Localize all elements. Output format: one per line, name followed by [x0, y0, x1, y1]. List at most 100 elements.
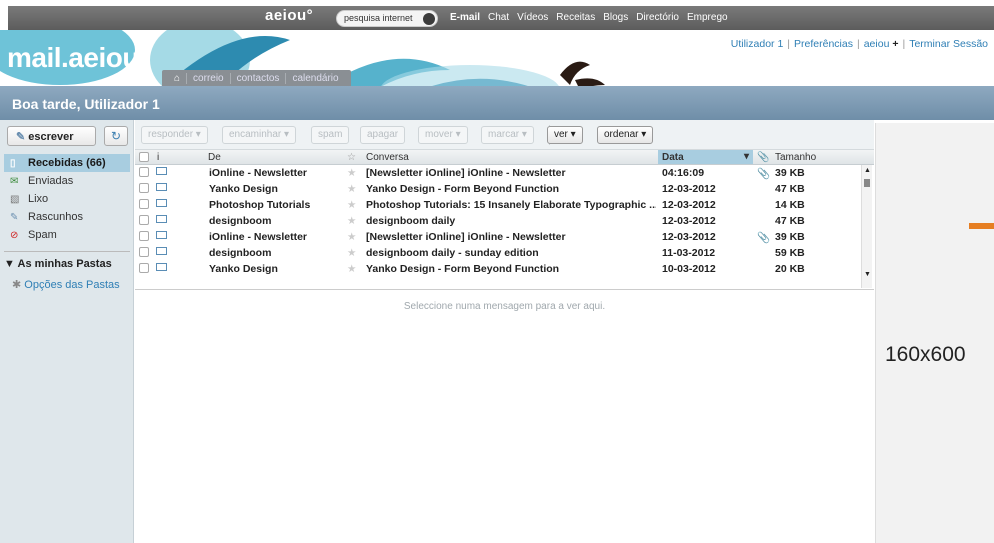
reply-button[interactable]: responder ▾ — [141, 126, 208, 144]
row-checkbox[interactable] — [139, 263, 149, 273]
star-icon[interactable]: ★ — [347, 167, 356, 179]
row-checkbox[interactable] — [139, 167, 149, 177]
portal-link-chat[interactable]: Chat — [488, 12, 509, 23]
sidebar: ✎ escrever ↻ ▯ Recebidas (66) ✉ Enviadas ▧ L… — [0, 120, 134, 543]
column-date[interactable]: Data ▾ — [658, 150, 753, 164]
table-row[interactable]: Yanko Design ★ Yanko Design - Form Beyon… — [135, 181, 861, 197]
user-links: Utilizador 1 | Preferências | aeiou + | Termin… — [731, 38, 988, 50]
search-go-icon[interactable] — [423, 13, 435, 25]
star-icon[interactable]: ★ — [347, 247, 356, 259]
brand-logo[interactable]: mail.aeiou — [7, 42, 139, 74]
preferences-link[interactable]: Preferências — [794, 38, 853, 50]
folder-label: Recebidas (66) — [28, 157, 106, 169]
table-row[interactable]: designboom ★ designboom daily 12-03-2012… — [135, 213, 861, 229]
ad-banner[interactable]: 160x600 — [875, 123, 994, 543]
portal-link-recipes[interactable]: Receitas — [556, 12, 595, 23]
mark-button[interactable]: marcar ▾ — [481, 126, 534, 144]
sort-button[interactable]: ordenar ▾ — [597, 126, 654, 144]
table-row[interactable]: iOnline - Newsletter ★ [Newsletter iOnli… — [135, 229, 861, 245]
column-conversation[interactable]: Conversa — [366, 152, 409, 163]
tab-correio[interactable]: correio — [186, 72, 230, 84]
internet-search-input[interactable]: pesquisa internet — [336, 10, 438, 27]
logout-link[interactable]: Terminar Sessão — [909, 38, 988, 50]
delete-button[interactable]: apagar — [360, 126, 406, 144]
row-checkbox[interactable] — [139, 183, 149, 193]
star-icon[interactable]: ★ — [347, 231, 356, 243]
row-checkbox[interactable] — [139, 231, 149, 241]
portal-link-directory[interactable]: Directório — [636, 12, 679, 23]
move-button[interactable]: mover ▾ — [418, 126, 468, 144]
folder-trash[interactable]: ▧ Lixo — [0, 190, 134, 208]
star-column-icon[interactable]: ☆ — [347, 152, 356, 163]
sidebar-divider — [4, 251, 130, 252]
row-size: 39 KB — [775, 167, 805, 179]
select-all-checkbox[interactable] — [139, 152, 149, 162]
star-icon[interactable]: ★ — [347, 263, 356, 275]
row-checkbox[interactable] — [139, 247, 149, 257]
user-name-link[interactable]: Utilizador 1 — [731, 38, 784, 50]
folder-options-label: Opções das Pastas — [24, 279, 120, 291]
attachment-column-icon[interactable]: 📎 — [757, 152, 769, 163]
folder-label: Enviadas — [28, 175, 74, 187]
refresh-button[interactable]: ↻ — [104, 126, 128, 146]
spam-icon: ⊘ — [10, 230, 19, 241]
column-size[interactable]: Tamanho — [775, 152, 816, 163]
portal-link-blogs[interactable]: Blogs — [603, 12, 628, 23]
row-date: 04:16:09 — [662, 167, 705, 179]
tab-contactos[interactable]: contactos — [229, 72, 286, 84]
folder-spam[interactable]: ⊘ Spam — [0, 226, 134, 244]
compose-button[interactable]: ✎ escrever — [7, 126, 96, 146]
drafts-icon: ✎ — [10, 212, 19, 223]
scroll-up-icon[interactable]: ▲ — [864, 167, 871, 174]
folder-inbox[interactable]: ▯ Recebidas (66) — [4, 154, 130, 172]
star-icon[interactable]: ★ — [347, 183, 356, 195]
envelope-icon — [156, 231, 167, 239]
sent-icon: ✉ — [10, 176, 19, 187]
aeiou-link[interactable]: aeiou — [864, 38, 890, 50]
my-folders-toggle[interactable]: ▼ As minhas Pastas — [4, 258, 112, 270]
row-checkbox[interactable] — [139, 215, 149, 225]
spam-button[interactable]: spam — [311, 126, 350, 144]
folder-options-link[interactable]: ✱ Opções das Pastas — [12, 278, 120, 291]
envelope-icon — [156, 215, 167, 223]
mark-label: marcar — [488, 129, 520, 140]
forward-label: encaminhar — [229, 129, 282, 140]
table-row[interactable]: Photoshop Tutorials ★ Photoshop Tutorial… — [135, 197, 861, 213]
inbox-icon: ▯ — [10, 158, 16, 169]
scrollbar-thumb[interactable] — [864, 179, 870, 187]
scroll-down-icon[interactable]: ▼ — [864, 271, 871, 278]
forward-button[interactable]: encaminhar ▾ — [222, 126, 297, 144]
column-from[interactable]: De — [208, 152, 221, 163]
trash-icon: ▧ — [10, 194, 20, 205]
row-subject: Yanko Design - Form Beyond Function — [366, 263, 560, 275]
collapse-arrow-icon: ▼ — [4, 258, 18, 270]
column-info[interactable]: i — [157, 152, 159, 163]
portal-logo[interactable]: aeiou° — [265, 7, 313, 24]
folder-sent[interactable]: ✉ Enviadas — [0, 172, 134, 190]
tab-calendario[interactable]: calendário — [285, 72, 344, 84]
table-row[interactable]: iOnline - Newsletter ★ [Newsletter iOnli… — [135, 165, 861, 181]
list-scrollbar[interactable]: ▲ ▼ — [861, 165, 872, 288]
row-size: 47 KB — [775, 183, 805, 195]
row-from: designboom — [209, 247, 272, 259]
envelope-icon — [156, 199, 167, 207]
envelope-icon — [156, 263, 167, 271]
row-checkbox[interactable] — [139, 199, 149, 209]
compose-label: escrever — [28, 131, 74, 143]
message-toolbar: responder ▾ encaminhar ▾ spam apagar mov… — [135, 120, 874, 150]
portal-link-email[interactable]: E-mail — [450, 12, 480, 23]
reply-label: responder — [148, 129, 194, 140]
row-size: 20 KB — [775, 263, 805, 275]
star-icon[interactable]: ★ — [347, 199, 356, 211]
table-row[interactable]: designboom ★ designboom daily - sunday e… — [135, 245, 861, 261]
view-button[interactable]: ver ▾ — [547, 126, 583, 144]
portal-link-videos[interactable]: Vídeos — [517, 12, 548, 23]
portal-bar: aeiou° pesquisa internet E-mail Chat Víd… — [0, 0, 994, 30]
folder-list: ▯ Recebidas (66) ✉ Enviadas ▧ Lixo ✎ Rascunh… — [0, 154, 134, 244]
star-icon[interactable]: ★ — [347, 215, 356, 227]
portal-link-jobs[interactable]: Emprego — [687, 12, 728, 23]
folder-drafts[interactable]: ✎ Rascunhos — [0, 208, 134, 226]
home-icon[interactable]: ⌂ — [168, 73, 186, 84]
row-from: designboom — [209, 215, 272, 227]
table-row[interactable]: Yanko Design ★ Yanko Design - Form Beyon… — [135, 261, 861, 277]
